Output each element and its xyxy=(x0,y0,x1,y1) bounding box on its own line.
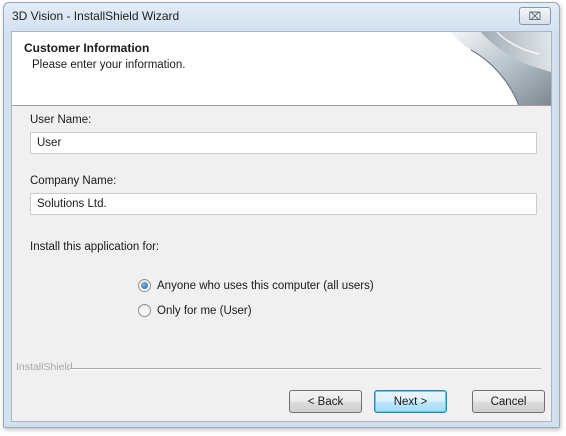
user-name-input[interactable] xyxy=(30,132,537,154)
radio-all-users-label: Anyone who uses this computer (all users… xyxy=(157,279,374,292)
radio-all-users[interactable]: Anyone who uses this computer (all users… xyxy=(138,279,374,292)
title-bar[interactable]: 3D Vision - InstallShield Wizard ⌧ xyxy=(4,3,559,31)
user-name-label: User Name: xyxy=(30,114,92,126)
close-button[interactable]: ⌧ xyxy=(519,7,551,25)
radio-dot xyxy=(141,282,148,289)
dialog-body: Customer Information Please enter your i… xyxy=(11,31,552,422)
footer-separator xyxy=(70,368,541,370)
installshield-brand-label: InstallShield xyxy=(16,361,73,373)
company-name-label: Company Name: xyxy=(30,175,117,187)
radio-only-me[interactable]: Only for me (User) xyxy=(138,304,252,317)
cancel-button[interactable]: Cancel xyxy=(472,390,545,413)
radio-button-selected[interactable] xyxy=(138,279,151,292)
window-title: 3D Vision - InstallShield Wizard xyxy=(12,9,180,23)
close-icon: ⌧ xyxy=(528,10,542,23)
header-title: Customer Information xyxy=(24,41,150,55)
installshield-banner-icon xyxy=(451,32,551,105)
installer-window: 3D Vision - InstallShield Wizard ⌧ Custo… xyxy=(3,2,560,428)
install-for-label: Install this application for: xyxy=(30,241,160,253)
dialog-header: Customer Information Please enter your i… xyxy=(12,32,551,106)
radio-only-me-label: Only for me (User) xyxy=(157,304,252,317)
next-button[interactable]: Next > xyxy=(374,390,447,413)
company-name-input[interactable] xyxy=(30,193,537,215)
header-subtitle: Please enter your information. xyxy=(32,59,186,71)
radio-button[interactable] xyxy=(138,304,151,317)
back-button[interactable]: < Back xyxy=(289,390,362,413)
